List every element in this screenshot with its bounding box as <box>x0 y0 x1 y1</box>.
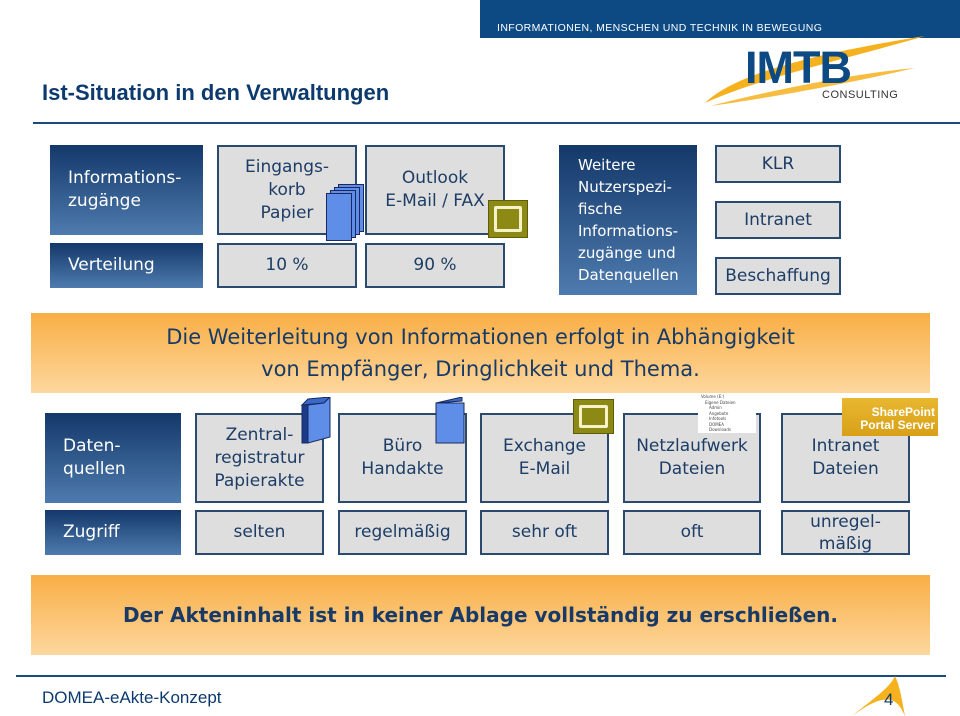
access-exchange: sehr oft <box>480 510 609 555</box>
access-network-drive: oft <box>623 510 761 555</box>
further-item-procurement: Beschaffung <box>715 257 841 295</box>
outlook-mail-icon <box>488 200 528 238</box>
row-label-access: Informations- zugänge <box>50 145 203 235</box>
outlook-mail-icon <box>573 399 614 434</box>
title-divider <box>33 122 960 124</box>
page-title: Ist-Situation in den Verwaltungen <box>42 80 390 105</box>
page-number: 4 <box>884 690 894 709</box>
footer-swoosh-icon <box>852 676 905 716</box>
paper-stack-icon <box>326 184 366 241</box>
footer-title: DOMEA-eAkte-Konzept <box>42 688 222 707</box>
logo-subtitle: CONSULTING <box>822 89 899 101</box>
further-item-klr: KLR <box>715 145 841 183</box>
row-label-distribution: Verteilung <box>50 243 203 288</box>
routing-banner: Die Weiterleitung von Informationen erfo… <box>31 313 930 393</box>
file-tree-icon: Volume (E:) Eigene Dateien Admin Angebot… <box>698 393 756 433</box>
access-office-file: regelmäßig <box>338 510 467 555</box>
further-sources: Weitere Nutzerspezi- fische Informations… <box>559 145 697 295</box>
source-outlook: Outlook E-Mail / FAX <box>365 145 505 235</box>
access-central-registry: selten <box>195 510 324 555</box>
folder-icon <box>435 397 465 444</box>
footer-divider <box>16 675 946 677</box>
conclusion-banner: Der Akteninhalt ist in keiner Ablage vol… <box>31 575 930 655</box>
binder-icon <box>300 397 331 444</box>
further-item-intranet: Intranet <box>715 201 841 239</box>
share-outlook: 90 % <box>365 243 505 288</box>
row-label-sources: Daten- quellen <box>45 413 181 503</box>
access-intranet: unregel- mäßig <box>781 510 910 555</box>
share-paper-inbox: 10 % <box>217 243 357 288</box>
logo: IMTB <box>745 42 852 93</box>
sharepoint-icon: SharePoint Portal Server <box>842 398 938 436</box>
row-label-access-freq: Zugriff <box>45 510 181 555</box>
